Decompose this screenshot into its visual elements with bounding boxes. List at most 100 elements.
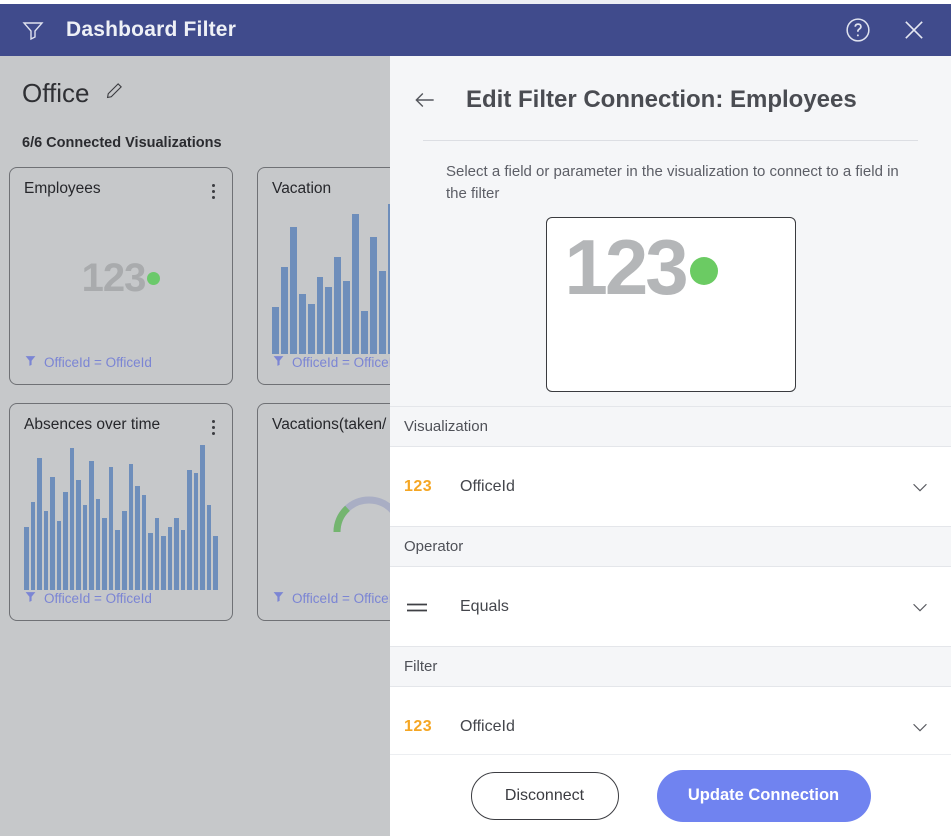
operator-value: Equals: [460, 597, 509, 615]
funnel-icon: [272, 354, 285, 370]
visualization-preview-wrap: 123: [390, 205, 951, 392]
card-body: [272, 434, 390, 590]
gauge-chart: [330, 490, 390, 534]
close-icon[interactable]: [899, 15, 929, 45]
card-title: Absences over time: [24, 416, 161, 433]
kebab-menu-icon[interactable]: [209, 416, 218, 439]
bar: [43, 511, 49, 590]
visualizations-pane: Office 6/6 Connected Visualizations Empl…: [0, 56, 390, 836]
dialog-header: Dashboard Filter: [0, 4, 951, 56]
viz-card-vacation[interactable]: Vacation OfficeId = OfficeId: [257, 167, 390, 385]
back-arrow-icon[interactable]: [412, 87, 438, 113]
bar: [280, 267, 288, 354]
bar: [369, 237, 377, 354]
visualization-field-select[interactable]: 123 OfficeId: [390, 447, 951, 526]
visualization-preview: 123: [545, 217, 796, 392]
card-filter-text: OfficeId = OfficeId: [292, 354, 390, 370]
bar: [24, 526, 29, 590]
filter-field-value: OfficeId: [460, 717, 515, 735]
panel-header: Edit Filter Connection: Employees: [390, 56, 951, 114]
equals-icon: [404, 598, 460, 616]
preview-kpi-value: 123: [564, 223, 689, 311]
bar-chart-vacation: [272, 198, 390, 354]
bar: [63, 492, 68, 590]
group-label-visualization: Visualization: [390, 406, 951, 447]
panel-footer: Disconnect Update Connection: [390, 754, 951, 836]
edit-filter-connection-panel: Edit Filter Connection: Employees Select…: [390, 56, 951, 836]
kpi-value-wrap: 123: [82, 256, 161, 301]
viz-card-vacations-taken[interactable]: Vacations(taken/ OfficeId = OfficeId: [257, 403, 390, 621]
visualization-card-grid: Employees 123 OfficeId = OfficeId Vacati…: [0, 151, 390, 621]
bar: [206, 504, 212, 590]
card-body: [24, 439, 218, 590]
bar: [121, 511, 127, 590]
card-body: [272, 198, 390, 354]
bar: [108, 467, 114, 590]
bar: [102, 517, 107, 590]
filter-name-row: Office: [0, 56, 390, 109]
bar: [298, 294, 306, 354]
card-filter-label: OfficeId = OfficeId: [24, 590, 218, 608]
chevron-down-icon[interactable]: [909, 596, 931, 618]
preview-status-dot-icon: [689, 256, 718, 285]
bar: [343, 280, 351, 354]
kebab-menu-icon[interactable]: [209, 180, 218, 203]
bar: [89, 460, 94, 590]
group-label-operator: Operator: [390, 526, 951, 567]
chevron-down-icon[interactable]: [909, 716, 931, 738]
bar: [378, 270, 386, 354]
bar: [325, 287, 333, 354]
card-filter-text: OfficeId = OfficeId: [44, 354, 152, 370]
bar: [180, 530, 186, 590]
filter-name: Office: [22, 78, 90, 108]
connected-visualizations-count: 6/6 Connected Visualizations: [22, 135, 222, 151]
bar: [361, 310, 368, 354]
card-header: Employees: [24, 180, 218, 203]
viz-card-employees[interactable]: Employees 123 OfficeId = OfficeId: [9, 167, 233, 385]
panel-description: Select a field or parameter in the visua…: [446, 163, 899, 202]
funnel-icon: [18, 15, 48, 45]
kpi-value: 123: [81, 256, 147, 300]
funnel-icon: [24, 354, 37, 370]
funnel-icon: [272, 590, 285, 606]
card-filter-text: OfficeId = OfficeId: [292, 590, 390, 606]
bar: [69, 448, 75, 590]
bar: [30, 501, 36, 590]
chevron-down-icon[interactable]: [909, 476, 931, 498]
bar: [50, 476, 55, 590]
header-left-group: Dashboard Filter: [0, 15, 236, 45]
bar-chart-absences: [24, 439, 218, 590]
card-filter-label: OfficeId = OfficeId: [24, 354, 218, 372]
disconnect-button[interactable]: Disconnect: [470, 771, 619, 820]
bar: [135, 485, 140, 590]
preview-kpi-wrap: 123: [565, 222, 718, 313]
bar: [167, 526, 173, 590]
number-type-icon: 123: [404, 717, 433, 735]
panel-title-row: Edit Filter Connection: Employees: [412, 86, 927, 114]
bar: [316, 277, 324, 354]
dialog-title: Dashboard Filter: [66, 18, 237, 41]
card-header: Vacation: [272, 180, 390, 198]
pencil-icon[interactable]: [103, 80, 125, 107]
update-connection-button[interactable]: Update Connection: [656, 769, 871, 822]
header-right-group: [843, 15, 951, 45]
bar: [148, 533, 153, 590]
bar: [187, 470, 192, 590]
bar: [200, 445, 205, 590]
bar: [289, 227, 297, 354]
card-header: Absences over time: [24, 416, 218, 439]
bar: [56, 520, 62, 590]
number-type-icon: 123: [404, 477, 433, 495]
help-circle-icon[interactable]: [843, 15, 873, 45]
bar: [95, 498, 101, 590]
bar: [76, 479, 81, 590]
card-filter-text: OfficeId = OfficeId: [44, 590, 152, 606]
bar: [272, 307, 279, 354]
viz-card-absences-over-time[interactable]: Absences over time OfficeId = OfficeId: [9, 403, 233, 621]
card-filter-label: OfficeId = OfficeId: [272, 354, 390, 372]
card-title: Employees: [24, 180, 101, 197]
dashboard-filter-dialog: Dashboard Filter Office 6/6 Connected Vi…: [0, 0, 951, 836]
funnel-icon: [24, 590, 37, 606]
bar: [128, 463, 134, 590]
operator-select[interactable]: Equals: [390, 567, 951, 646]
